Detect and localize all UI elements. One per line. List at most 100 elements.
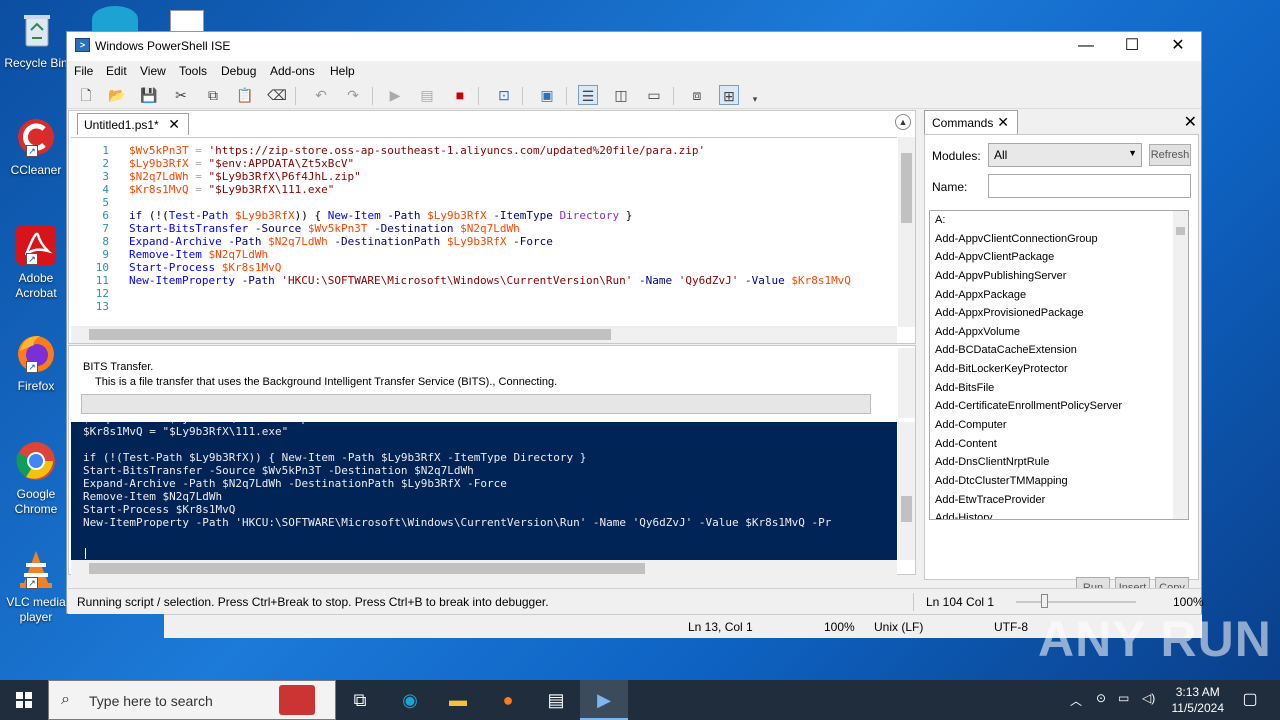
progress-bar	[81, 394, 871, 414]
tab-commands[interactable]: Commands ✕	[924, 110, 1018, 134]
notepad-line-ending: Unix (LF)	[874, 620, 924, 634]
show-script-pane-icon[interactable]: ⧈	[687, 85, 707, 105]
list-item[interactable]: Add-BCDataCacheExtension	[930, 341, 1188, 360]
undo-icon[interactable]: ↶	[311, 85, 331, 105]
powershell-ise-window: > Windows PowerShell ISE — ☐ ✕ File Edit…	[66, 31, 1204, 614]
commands-list-scrollbar[interactable]	[1173, 211, 1188, 519]
volume-icon[interactable]: ◁)	[1142, 691, 1155, 705]
toolbar-overflow-icon[interactable]: ▾	[745, 89, 765, 109]
collapse-pane-icon[interactable]: ▲	[895, 114, 911, 130]
editor-horizontal-scrollbar[interactable]	[71, 326, 897, 343]
list-item[interactable]: Add-AppxPackage	[930, 286, 1188, 305]
desktop-icon-google-chrome[interactable]: Google Chrome	[0, 439, 72, 517]
menu-edit[interactable]: Edit	[106, 64, 127, 78]
powershell-ise-taskbar-icon[interactable]: ▶	[580, 680, 628, 720]
anyrun-watermark: ANY RUN	[1038, 610, 1272, 668]
remote-powershell-icon[interactable]: ⊡	[494, 85, 514, 105]
editor-vertical-scrollbar[interactable]	[898, 137, 915, 327]
start-button[interactable]	[0, 680, 48, 720]
stop-icon[interactable]: ■	[450, 85, 470, 105]
open-folder-icon[interactable]: 📂	[107, 85, 127, 105]
firefox-taskbar-icon[interactable]: ●	[484, 680, 532, 720]
list-item[interactable]: Add-AppvPublishingServer	[930, 267, 1188, 286]
desktop-icon-label: CCleaner	[10, 163, 62, 177]
taskbar-search[interactable]: ⌕ Type here to search	[48, 680, 336, 720]
network-icon[interactable]: ⊙	[1096, 691, 1106, 705]
desktop-icon-firefox[interactable]: ↗ Firefox	[0, 331, 72, 394]
menu-help[interactable]: Help	[330, 64, 355, 78]
start-powershell-icon[interactable]: ▣	[537, 85, 557, 105]
save-icon[interactable]: 💾	[139, 85, 159, 105]
console-output[interactable]: $N2q7LdWh = "$Ly9b3RfX\P6f4JhL.zip" $Kr8…	[71, 422, 897, 560]
menu-file[interactable]: File	[74, 64, 93, 78]
shortcut-arrow-icon: ↗	[26, 361, 38, 373]
tab-untitled1[interactable]: Untitled1.ps1* ✕	[77, 113, 189, 135]
modules-select[interactable]: All ▼	[988, 143, 1142, 167]
monitor-icon[interactable]: ▭	[1118, 691, 1129, 705]
list-item[interactable]: Add-AppvClientPackage	[930, 248, 1188, 267]
close-button[interactable]: ✕	[1155, 32, 1201, 61]
line-numbers: 1 2 3 4 5 6 7 8 9 10 11 12 13	[95, 144, 109, 313]
minimize-button[interactable]: —	[1063, 32, 1109, 61]
refresh-button[interactable]: Refresh	[1149, 144, 1191, 166]
list-item[interactable]: Add-CertificateEnrollmentPolicyServer	[930, 397, 1188, 416]
list-item[interactable]: Add-AppvClientConnectionGroup	[930, 230, 1188, 249]
menu-view[interactable]: View	[140, 64, 166, 78]
layout-max-icon[interactable]: ▭	[644, 85, 664, 105]
edge-taskbar-icon[interactable]: ◉	[386, 680, 434, 720]
new-file-icon[interactable]: 🗋	[76, 85, 96, 105]
console-horizontal-scrollbar[interactable]	[71, 560, 897, 577]
list-item[interactable]: A:	[930, 211, 1188, 230]
close-commands-tab-icon[interactable]: ✕	[997, 114, 1009, 131]
list-item[interactable]: Add-BitLockerKeyProtector	[930, 360, 1188, 379]
title-bar[interactable]: > Windows PowerShell ISE — ☐ ✕	[67, 32, 1201, 61]
list-item[interactable]: Add-Content	[930, 435, 1188, 454]
desktop-icon-vlc[interactable]: ↗ VLC media player	[0, 547, 72, 625]
notepad-encoding: UTF-8	[994, 620, 1028, 634]
chevron-up-icon[interactable]: ︿	[1070, 692, 1082, 709]
list-item[interactable]: Add-DtcClusterTMMapping	[930, 472, 1188, 491]
notifications-icon[interactable]: ▢	[1226, 680, 1274, 720]
clear-console-icon[interactable]: ⌫	[267, 85, 287, 105]
clock[interactable]: 3:13 AM 11/5/2024	[1172, 684, 1225, 716]
desktop-icon-recycle-bin[interactable]: Recycle Bin	[0, 8, 72, 71]
close-tab-icon[interactable]: ✕	[168, 116, 180, 133]
zoom-slider-thumb[interactable]	[1041, 594, 1048, 608]
zoom-slider[interactable]	[1016, 601, 1136, 603]
layout-right-icon[interactable]: ◫	[611, 85, 631, 105]
commands-list[interactable]: A: Add-AppvClientConnectionGroup Add-App…	[929, 210, 1189, 520]
menu-debug[interactable]: Debug	[221, 64, 256, 78]
layout-top-icon[interactable]: ☰	[578, 85, 598, 105]
list-item[interactable]: Add-Computer	[930, 416, 1188, 435]
list-item[interactable]: Add-AppxVolume	[930, 323, 1188, 342]
copy-icon[interactable]: ⧉	[203, 85, 223, 105]
list-item[interactable]: Add-History	[930, 509, 1188, 519]
maximize-button[interactable]: ☐	[1109, 32, 1155, 61]
name-label: Name:	[932, 180, 968, 194]
show-commands-icon[interactable]: ⊞	[719, 85, 739, 105]
file-explorer-icon[interactable]: ▬	[434, 680, 482, 720]
script-editor[interactable]: 1 2 3 4 5 6 7 8 9 10 11 12 13 $Wv5kPn3T …	[71, 137, 897, 327]
list-item[interactable]: Add-AppxProvisionedPackage	[930, 304, 1188, 323]
desktop-icon-adobe-acrobat[interactable]: ↗ Adobe Acrobat	[0, 223, 72, 301]
redo-icon[interactable]: ↷	[343, 85, 363, 105]
progress-vertical-scrollbar[interactable]	[898, 348, 915, 418]
list-item[interactable]: Add-EtwTraceProvider	[930, 491, 1188, 510]
list-item[interactable]: Add-BitsFile	[930, 379, 1188, 398]
console-vertical-scrollbar[interactable]	[898, 422, 915, 560]
task-view-icon[interactable]: ⧉	[336, 680, 384, 720]
paste-icon[interactable]: 📋	[235, 85, 255, 105]
menu-tools[interactable]: Tools	[179, 64, 207, 78]
chrome-icon	[14, 439, 58, 483]
cut-icon[interactable]: ✂	[171, 85, 191, 105]
name-input[interactable]	[988, 174, 1191, 198]
list-item[interactable]: Add-DnsClientNrptRule	[930, 453, 1188, 472]
search-placeholder: Type here to search	[89, 693, 213, 709]
run-selection-icon[interactable]: ▤	[417, 85, 437, 105]
menu-addons[interactable]: Add-ons	[270, 64, 315, 78]
notepad-zoom: 100%	[824, 620, 855, 634]
close-commands-pane-icon[interactable]: ✕	[1184, 112, 1197, 132]
desktop-icon-ccleaner[interactable]: ↗ CCleaner	[0, 115, 72, 178]
notepad-taskbar-icon[interactable]: ▤	[532, 680, 580, 720]
run-script-icon[interactable]: ▶	[385, 85, 405, 105]
